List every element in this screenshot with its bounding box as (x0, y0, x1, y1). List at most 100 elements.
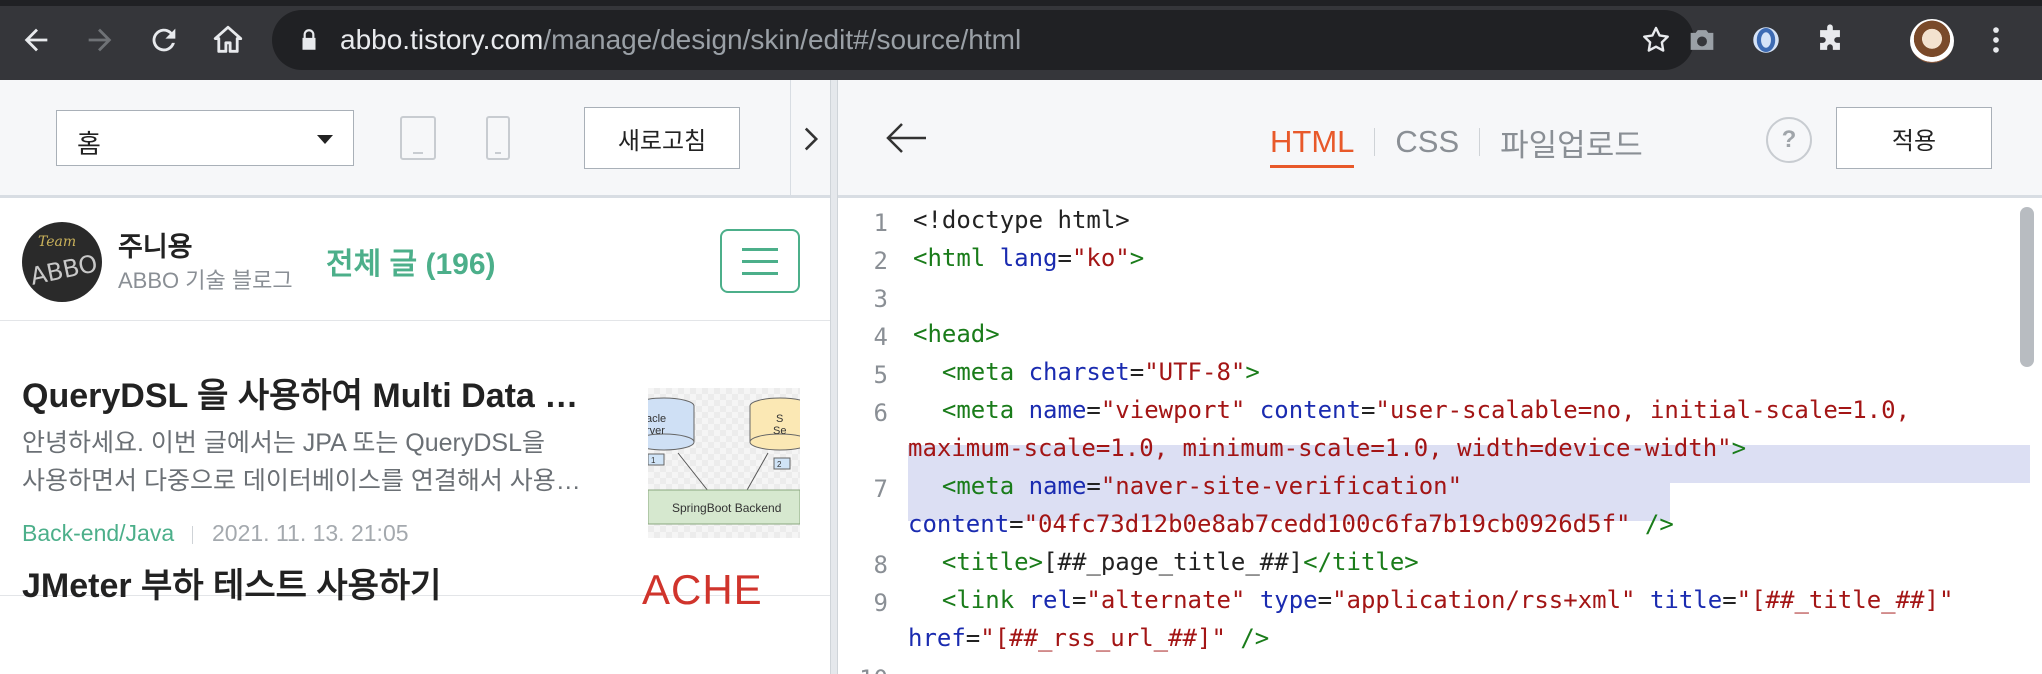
code-line: content="04fc73d12b0e8ab7cedd100c6fa7b19… (908, 510, 1674, 538)
code-token: "[##_rss_url_##]" (980, 624, 1226, 652)
code-token: "ko" (1071, 244, 1130, 272)
editor-toolbar: HTML CSS 파일업로드 ? 적용 (838, 80, 2042, 198)
code-token: "UTF-8" (1144, 358, 1246, 386)
code-token: "application/rss+xml" (1332, 586, 1636, 614)
preview-toolbar: 홈 새로고침 (0, 80, 832, 198)
code-token: <head> (913, 320, 1000, 348)
refresh-button[interactable]: 새로고침 (584, 107, 740, 169)
code-line: <link rel="alternate" type="application/… (913, 586, 1954, 614)
line-number: 5 (873, 361, 888, 389)
line-number: 8 (873, 551, 888, 579)
code-line: <!doctype html> (913, 201, 1130, 239)
db2-label: S (776, 413, 783, 425)
post-title[interactable]: QueryDSL 을 사용하여 Multi Data Source… (22, 368, 582, 417)
camera-icon (1690, 30, 1714, 50)
db2-label: Se (773, 425, 786, 437)
collapse-toggle[interactable] (790, 80, 830, 198)
avatar-text-main: ABBO (27, 249, 100, 291)
post-thumbnail[interactable]: acle rver S Se 1 2 SpringBoot Backend (648, 388, 800, 538)
code-token: "naver-site-verification" (1100, 472, 1463, 500)
extension-icon (1753, 27, 1779, 53)
db1-label: acle (648, 413, 666, 425)
preview-panel: 홈 새로고침 Team ABBO 주니용 ABBO 기술 블로그 전체 글 (1… (0, 80, 832, 674)
url-path: /manage/design/skin/edit#/source/html (543, 24, 1022, 55)
address-bar[interactable]: abbo.tistory.com/manage/design/skin/edit… (272, 10, 1694, 70)
code-line: <title>[##_page_title_##]</title> (913, 543, 1419, 581)
line-number: 7 (873, 475, 888, 503)
back-arrow-icon[interactable] (882, 114, 930, 162)
line-number: 4 (873, 323, 888, 351)
menu-line (742, 260, 778, 263)
skin-editor-panel: HTML CSS 파일업로드 ? 적용 1 2 3 4 5 6 7 8 9 10… (838, 80, 2042, 674)
tablet-preview-icon[interactable] (400, 116, 436, 160)
code-token: "user-scalable=no, initial-scale=1.0, (1375, 396, 1911, 424)
code-editor[interactable]: 1 2 3 4 5 6 7 8 9 10 <!doctype html> <ht… (838, 201, 2042, 674)
code-token: <meta (913, 358, 1029, 386)
home-icon (213, 25, 243, 53)
menu-button[interactable] (1974, 18, 2018, 62)
tab-file-upload[interactable]: 파일업로드 (1480, 120, 1663, 165)
lock-icon[interactable] (296, 27, 322, 53)
url-text[interactable]: abbo.tistory.com/manage/design/skin/edit… (340, 23, 1021, 57)
mobile-preview-icon[interactable] (486, 116, 510, 160)
code-token: <meta (913, 472, 1029, 500)
home-button[interactable] (206, 18, 250, 62)
reload-icon (152, 28, 176, 52)
badge-1: 1 (651, 456, 656, 465)
code-token: </title> (1303, 548, 1419, 576)
extensions-menu-button[interactable] (1808, 18, 1852, 62)
code-token: > (1129, 244, 1145, 272)
blog-name[interactable]: 주니용 (118, 225, 193, 264)
line-number-gutter: 1 2 3 4 5 6 7 8 9 10 (838, 201, 892, 674)
post-count-link[interactable]: 전체 글 (196) (326, 239, 496, 283)
code-token: maximum-scale=1.0, minimum-scale=1.0, wi… (908, 434, 1732, 462)
post-item[interactable]: QueryDSL 을 사용하여 Multi Data Source… 안녕하세요… (0, 322, 830, 596)
blog-avatar[interactable]: Team ABBO (22, 222, 102, 302)
code-line: href="[##_rss_url_##]" /> (908, 624, 1270, 652)
code-token: "04fc73d12b0e8ab7cedd100c6fa7b19cb0926d5… (1023, 510, 1631, 538)
code-token: = (1057, 244, 1072, 272)
code-token: name (1028, 472, 1087, 500)
architecture-diagram-image: acle rver S Se 1 2 SpringBoot Backend (648, 397, 800, 525)
avatar[interactable] (1910, 19, 1954, 63)
back-button[interactable] (14, 18, 58, 62)
blog-header: Team ABBO 주니용 ABBO 기술 블로그 전체 글 (196) (0, 201, 830, 321)
page-select[interactable]: 홈 (56, 110, 354, 166)
help-button[interactable]: ? (1766, 117, 1812, 163)
code-token: <html (913, 244, 1000, 272)
camera-extension-button[interactable] (1680, 18, 1724, 62)
code-token: "[##_title_##]" (1736, 586, 1954, 614)
code-token: <!doctype html> (913, 206, 1130, 234)
line-number: 10 (838, 665, 888, 674)
back-icon (24, 28, 48, 52)
code-token: lang (999, 244, 1058, 272)
tab-html[interactable]: HTML (1250, 124, 1374, 168)
code-token: name (1028, 396, 1087, 424)
hamburger-menu-button[interactable] (720, 229, 800, 293)
panel-splitter[interactable] (830, 80, 838, 674)
chevron-down-icon (317, 135, 333, 144)
reload-button[interactable] (142, 18, 186, 62)
vertical-scrollbar[interactable] (2020, 207, 2034, 367)
post-title[interactable]: JMeter 부하 테스트 사용하기 (22, 558, 441, 607)
page-select-value: 홈 (77, 129, 101, 159)
code-token: <link (913, 586, 1029, 614)
post-thumbnail[interactable]: ACHE (642, 566, 763, 614)
forward-button[interactable] (78, 18, 122, 62)
code-line: <meta charset="UTF-8"> (913, 358, 1260, 386)
menu-line (742, 248, 778, 251)
post-category[interactable]: Back-end/Java (22, 520, 174, 547)
apply-button[interactable]: 적용 (1836, 107, 1992, 169)
extension-button[interactable] (1744, 18, 1788, 62)
line-number: 2 (873, 247, 888, 275)
code-token: type (1259, 586, 1318, 614)
code-token: "viewport" (1100, 396, 1246, 424)
code-token: content (908, 510, 1010, 538)
meta-divider (192, 526, 193, 544)
db1-label: rver (648, 425, 665, 437)
chevron-right-icon (804, 127, 818, 151)
star-icon[interactable] (1640, 24, 1672, 56)
tab-strip-edge (0, 0, 2042, 6)
blog-subtitle: ABBO 기술 블로그 (118, 268, 293, 293)
tab-css[interactable]: CSS (1375, 124, 1479, 160)
